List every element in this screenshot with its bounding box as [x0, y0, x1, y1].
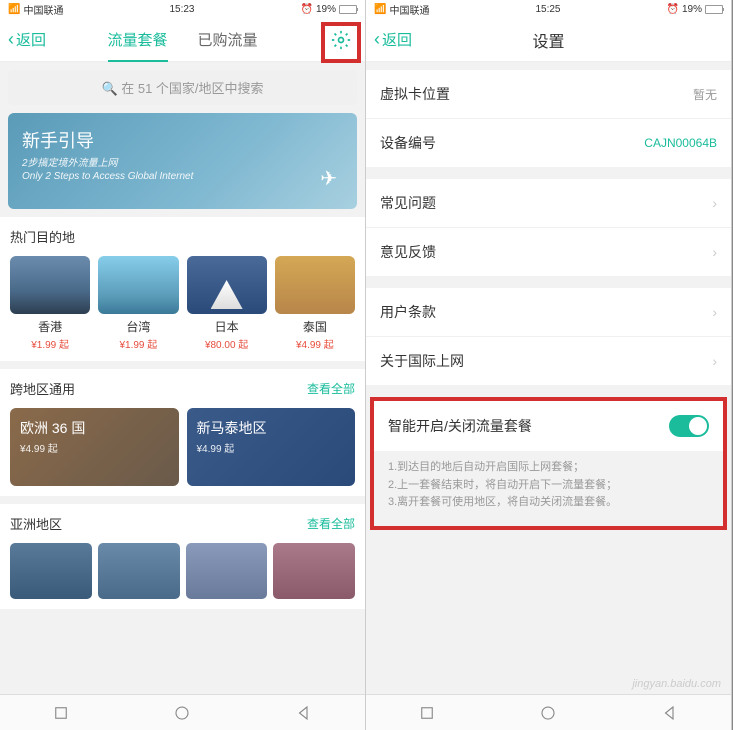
battery-pct: 19%	[316, 4, 336, 15]
row-faq[interactable]: 常见问题 ›	[366, 179, 731, 228]
tab-purchased[interactable]: 已购流量	[198, 17, 258, 62]
content: 🔍 在 51 个国家/地区中搜索 新手引导 2步搞定境外流量上网 Only 2 …	[0, 62, 365, 694]
hero-sub2: Only 2 Steps to Access Global Internet	[22, 170, 343, 183]
dest-img	[187, 256, 267, 314]
back-arrow-icon: ‹	[8, 29, 14, 50]
back-button[interactable]: ‹ 返回	[8, 29, 46, 50]
row-feedback[interactable]: 意见反馈 ›	[366, 228, 731, 276]
dest-taiwan[interactable]: 台湾 ¥1.99 起	[98, 256, 178, 351]
dest-thailand[interactable]: 泰国 ¥4.99 起	[275, 256, 355, 351]
hot-title: 热门目的地	[10, 227, 75, 246]
nav-bar: ‹ 返回 流量套餐 已购流量	[0, 18, 365, 62]
section-asia: 亚洲地区 查看全部	[0, 504, 365, 609]
nav-recent-icon[interactable]	[52, 704, 70, 722]
settings-highlight	[321, 22, 361, 63]
row-device[interactable]: 设备编号 CAJN00064B	[366, 119, 731, 167]
dest-img	[10, 256, 90, 314]
section-cross: 跨地区通用 查看全部 欧洲 36 国 ¥4.99 起 新马泰地区 ¥4.99 起	[0, 369, 365, 496]
nav-back-icon[interactable]	[295, 704, 313, 722]
dest-japan[interactable]: 日本 ¥80.00 起	[187, 256, 267, 351]
asia-item[interactable]	[98, 543, 180, 599]
hero-title: 新手引导	[22, 127, 343, 153]
nav-home-icon[interactable]	[173, 704, 191, 722]
nav-bar: ‹ 返回 设置	[366, 18, 731, 62]
chevron-right-icon: ›	[712, 353, 717, 369]
row-vcard[interactable]: 虚拟卡位置 暂无	[366, 70, 731, 119]
back-label: 返回	[16, 29, 46, 50]
section-hot: 热门目的地 香港 ¥1.99 起 台湾 ¥1.99 起 日本 ¥80.00 起	[0, 217, 365, 361]
plane-icon: ✈	[320, 166, 337, 191]
status-time: 15:25	[535, 4, 560, 15]
status-bar: 📶 中国联通 15:25 ⏰ 19%	[366, 0, 731, 18]
alarm-icon: ⏰	[301, 4, 313, 15]
row-terms[interactable]: 用户条款 ›	[366, 288, 731, 337]
chevron-right-icon: ›	[712, 195, 717, 211]
watermark: jingyan.baidu.com	[632, 678, 721, 690]
asia-viewall[interactable]: 查看全部	[307, 515, 355, 532]
asia-item[interactable]	[273, 543, 355, 599]
dest-img	[275, 256, 355, 314]
alarm-icon: ⏰	[667, 4, 679, 15]
nav-bottom	[0, 694, 365, 730]
tab-plans[interactable]: 流量套餐	[107, 17, 167, 62]
hero-banner[interactable]: 新手引导 2步搞定境外流量上网 Only 2 Steps to Access G…	[8, 113, 357, 209]
chevron-right-icon: ›	[712, 304, 717, 320]
settings-group-1: 虚拟卡位置 暂无 设备编号 CAJN00064B	[366, 70, 731, 167]
dest-img	[98, 256, 178, 314]
phone-left: 📶 中国联通 15:23 ⏰ 19% ‹ 返回 流量套餐 已购流量 🔍 在 51…	[0, 0, 366, 730]
tabs: 流量套餐 已购流量	[107, 17, 257, 62]
asia-title: 亚洲地区	[10, 514, 62, 533]
dest-hongkong[interactable]: 香港 ¥1.99 起	[10, 256, 90, 351]
row-smart-toggle: 智能开启/关闭流量套餐	[374, 401, 723, 451]
region-europe[interactable]: 欧洲 36 国 ¥4.99 起	[10, 408, 179, 486]
carrier: 中国联通	[23, 2, 63, 17]
nav-back-icon[interactable]	[661, 704, 679, 722]
phone-right: 📶 中国联通 15:25 ⏰ 19% ‹ 返回 设置 虚拟卡位置 暂无 设备编号…	[366, 0, 732, 730]
battery-icon	[705, 5, 723, 14]
asia-item[interactable]	[186, 543, 268, 599]
cross-title: 跨地区通用	[10, 379, 75, 398]
status-bar: 📶 中国联通 15:23 ⏰ 19%	[0, 0, 365, 18]
row-about[interactable]: 关于国际上网 ›	[366, 337, 731, 385]
search-input[interactable]: 🔍 在 51 个国家/地区中搜索	[8, 70, 357, 105]
battery-pct: 19%	[682, 4, 702, 15]
toggle-highlight: 智能开启/关闭流量套餐 1.到达目的地后自动开启国际上网套餐； 2.上一套餐结束…	[370, 397, 727, 530]
nav-home-icon[interactable]	[539, 704, 557, 722]
asia-item[interactable]	[10, 543, 92, 599]
nav-bottom	[366, 694, 731, 730]
back-button[interactable]: ‹ 返回	[374, 29, 412, 50]
toggle-description: 1.到达目的地后自动开启国际上网套餐； 2.上一套餐结束时，将自动开启下一流量套…	[374, 451, 723, 526]
search-placeholder: 在 51 个国家/地区中搜索	[121, 81, 263, 96]
gear-icon[interactable]	[331, 30, 351, 50]
settings-list: 虚拟卡位置 暂无 设备编号 CAJN00064B 常见问题 › 意见反馈 › 用…	[366, 62, 731, 530]
settings-group-2: 常见问题 › 意见反馈 ›	[366, 179, 731, 276]
smart-toggle-switch[interactable]	[669, 415, 709, 437]
battery-icon	[339, 5, 357, 14]
back-arrow-icon: ‹	[374, 29, 380, 50]
nav-recent-icon[interactable]	[418, 704, 436, 722]
carrier: 中国联通	[389, 2, 429, 17]
signal-icon: 📶	[8, 4, 20, 15]
search-icon: 🔍	[101, 81, 117, 96]
status-time: 15:23	[169, 4, 194, 15]
chevron-right-icon: ›	[712, 244, 717, 260]
back-label: 返回	[382, 29, 412, 50]
region-seasia[interactable]: 新马泰地区 ¥4.99 起	[187, 408, 356, 486]
signal-icon: 📶	[374, 4, 386, 15]
settings-group-3: 用户条款 › 关于国际上网 ›	[366, 288, 731, 385]
page-title: 设置	[532, 28, 564, 52]
cross-viewall[interactable]: 查看全部	[307, 380, 355, 397]
hero-sub1: 2步搞定境外流量上网	[22, 157, 343, 170]
